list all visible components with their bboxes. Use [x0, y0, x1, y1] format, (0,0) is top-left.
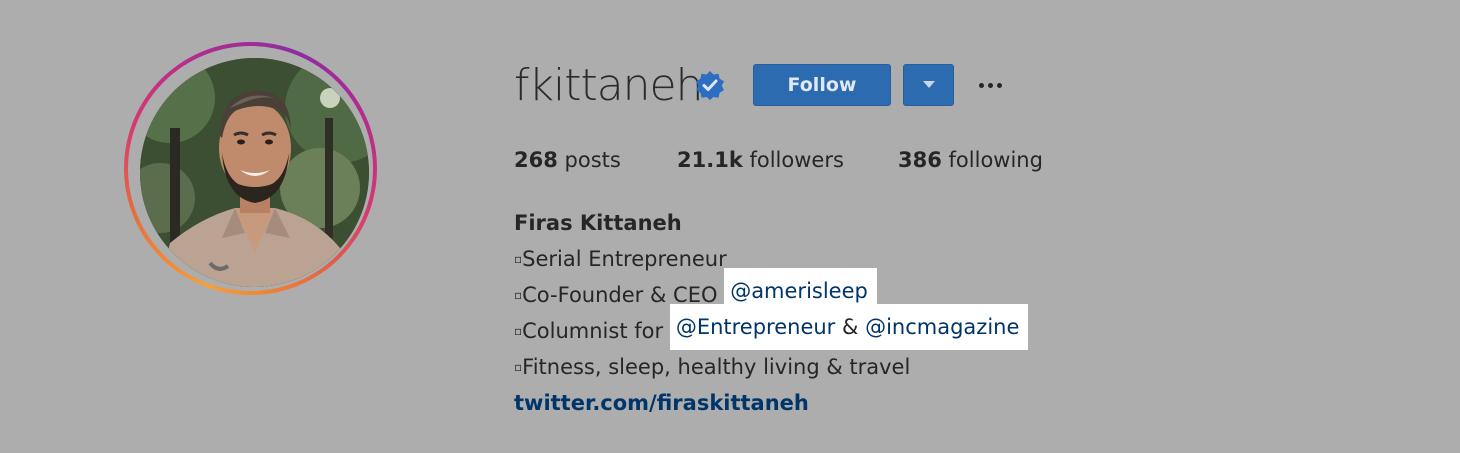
bio-text: Serial Entrepreneur	[522, 247, 727, 271]
avatar-border	[128, 46, 373, 291]
caret-down-icon	[923, 81, 935, 88]
bio: Firas Kittaneh ▫Serial Entrepreneur ▫Co-…	[514, 205, 1029, 421]
mention-link-amerisleep[interactable]: @amerisleep	[730, 279, 868, 303]
bullet-icon: ▫	[514, 360, 523, 374]
posts-label: posts	[564, 148, 621, 172]
following-stat[interactable]: 386 following	[898, 144, 1043, 176]
verified-badge-icon	[696, 71, 724, 100]
full-name: Firas Kittaneh	[514, 211, 682, 235]
username: fkittaneh	[514, 60, 704, 111]
bullet-icon: ▫	[514, 324, 523, 338]
bullet-icon: ▫	[514, 288, 523, 302]
bio-text: Fitness, sleep, healthy living & travel	[522, 355, 911, 379]
following-label: following	[948, 148, 1043, 172]
bio-line: twitter.com/firaskittaneh	[514, 385, 1028, 421]
following-count: 386	[898, 148, 942, 172]
posts-stat[interactable]: 268 posts	[514, 144, 621, 176]
profile-photo	[140, 58, 369, 287]
more-options-button[interactable]	[975, 70, 1007, 100]
mention-highlight: @Entrepreneur & @incmagazine	[669, 304, 1029, 350]
posts-count: 268	[514, 148, 558, 172]
story-ring[interactable]	[124, 42, 377, 295]
website-link[interactable]: twitter.com/firaskittaneh	[514, 391, 809, 415]
followers-stat[interactable]: 21.1k followers	[677, 144, 844, 176]
bio-text: &	[842, 315, 859, 339]
mention-link-incmagazine[interactable]: @incmagazine	[865, 315, 1019, 339]
followers-label: followers	[749, 148, 844, 172]
bio-line: ▫Columnist for @Entrepreneur & @incmagaz…	[514, 304, 1029, 350]
bio-line: ▫Fitness, sleep, healthy living & travel	[514, 349, 1028, 385]
suggestions-dropdown-button[interactable]	[903, 64, 954, 106]
bullet-icon: ▫	[514, 252, 523, 266]
bio-text: Columnist for	[522, 319, 664, 343]
mention-link-entrepreneur[interactable]: @Entrepreneur	[676, 315, 836, 339]
followers-count: 21.1k	[677, 148, 743, 172]
follow-button[interactable]: Follow	[753, 64, 891, 106]
more-options-icon	[988, 83, 993, 88]
avatar[interactable]	[140, 58, 369, 287]
more-options-icon	[997, 83, 1002, 88]
more-options-icon	[979, 83, 984, 88]
